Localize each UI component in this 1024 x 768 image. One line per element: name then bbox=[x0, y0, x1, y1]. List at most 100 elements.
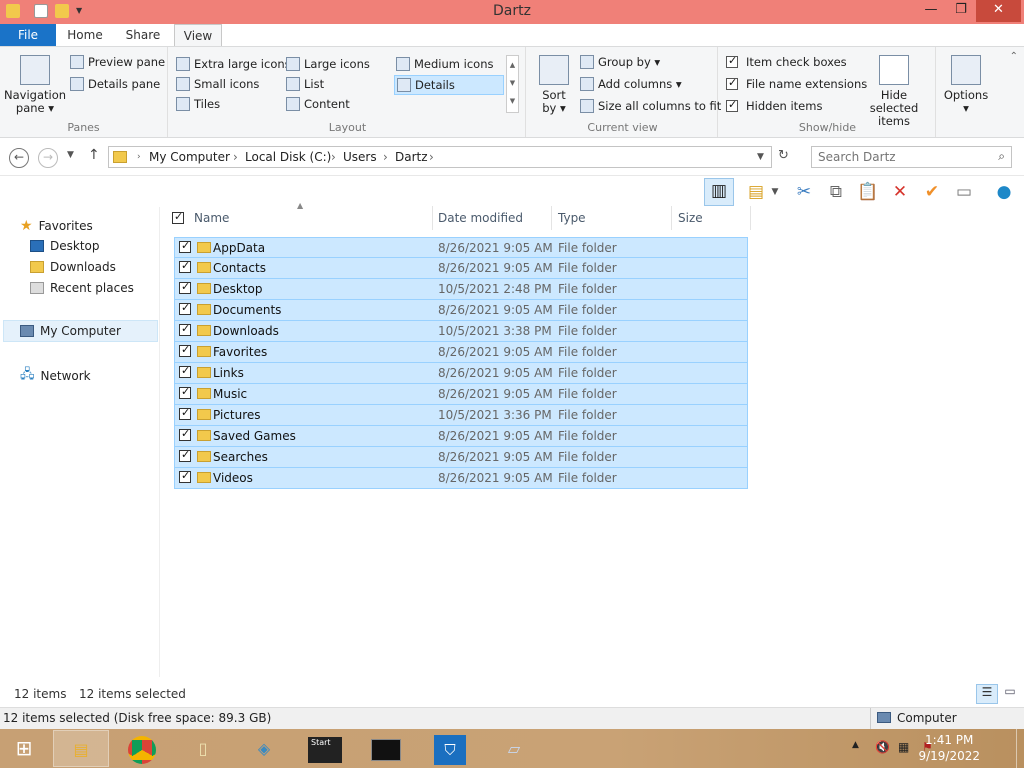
file-row[interactable]: Downloads 10/5/2021 3:38 PM File folder bbox=[174, 321, 748, 342]
breadcrumb-separator-icon[interactable]: › bbox=[233, 150, 238, 164]
row-checkbox[interactable] bbox=[179, 343, 191, 357]
breadcrumb-separator-icon[interactable]: › bbox=[137, 152, 141, 162]
details-view-icon[interactable]: ☰ bbox=[976, 684, 998, 704]
navigation-pane-button[interactable]: Navigation pane ▾ bbox=[4, 55, 66, 115]
breadcrumb-dartz[interactable]: Dartz bbox=[395, 150, 428, 164]
nav-my-computer[interactable]: My Computer bbox=[3, 320, 158, 342]
row-checkbox[interactable] bbox=[179, 280, 191, 294]
layout-medium-icons[interactable]: Medium icons bbox=[396, 57, 493, 71]
copy-icon[interactable]: ⧉ bbox=[824, 180, 848, 204]
tab-view[interactable]: View bbox=[174, 24, 222, 46]
column-divider[interactable] bbox=[671, 206, 672, 230]
file-row[interactable]: Videos 8/26/2021 9:05 AM File folder bbox=[174, 468, 748, 489]
taskbar-chrome[interactable] bbox=[114, 730, 170, 767]
row-checkbox[interactable] bbox=[179, 301, 191, 315]
nav-recent-places[interactable]: Recent places bbox=[30, 281, 134, 295]
paste-icon[interactable]: 📋 bbox=[856, 180, 880, 204]
size-all-columns-button[interactable]: Size all columns to fit bbox=[580, 99, 721, 113]
search-input[interactable] bbox=[818, 150, 988, 164]
recent-locations-dropdown[interactable]: ▼ bbox=[67, 150, 74, 160]
file-row[interactable]: Music 8/26/2021 9:05 AM File folder bbox=[174, 384, 748, 405]
breadcrumb-users[interactable]: Users bbox=[343, 150, 377, 164]
layout-details[interactable]: Details bbox=[394, 75, 504, 95]
column-divider[interactable] bbox=[551, 206, 552, 230]
address-bar[interactable]: › My Computer › Local Disk (C:) › Users … bbox=[108, 146, 772, 168]
column-divider[interactable] bbox=[750, 206, 751, 230]
item-check-boxes-toggle[interactable]: Item check boxes bbox=[726, 54, 847, 69]
column-header-size[interactable]: Size bbox=[678, 211, 703, 229]
row-checkbox[interactable] bbox=[179, 364, 191, 378]
checkbox-checked[interactable] bbox=[726, 98, 738, 112]
globe-icon[interactable]: ● bbox=[990, 180, 1018, 204]
taskbar-file-explorer[interactable]: ▤ bbox=[53, 730, 109, 767]
row-checkbox[interactable] bbox=[179, 448, 191, 462]
layout-extra-large-icons[interactable]: Extra large icons bbox=[176, 57, 291, 71]
hide-selected-items-button[interactable]: Hide selected items bbox=[856, 55, 932, 128]
start-button[interactable]: ⊞ bbox=[0, 730, 48, 767]
taskbar-defender[interactable]: ⛉ bbox=[422, 730, 478, 767]
refresh-icon[interactable]: ↻ bbox=[778, 148, 789, 163]
forward-button[interactable]: → bbox=[38, 148, 58, 168]
breadcrumb-local-disk[interactable]: Local Disk (C:) bbox=[245, 150, 331, 164]
maximize-button[interactable]: ❐ bbox=[946, 0, 976, 22]
layout-content[interactable]: Content bbox=[286, 97, 350, 111]
checkbox-checked[interactable] bbox=[726, 76, 738, 90]
system-clock[interactable]: 1:41 PM 9/19/2022 bbox=[918, 732, 980, 764]
check-icon[interactable]: ✔ bbox=[920, 180, 944, 204]
options-button[interactable]: Options ▾ bbox=[940, 55, 992, 115]
breadcrumb-separator-icon[interactable]: › bbox=[331, 150, 336, 164]
nav-downloads[interactable]: Downloads bbox=[30, 260, 116, 274]
preview-pane-toggle-icon[interactable]: ▥ bbox=[704, 178, 734, 206]
tab-share[interactable]: Share bbox=[118, 24, 168, 46]
close-button[interactable]: ✕ bbox=[976, 0, 1021, 22]
row-checkbox[interactable] bbox=[179, 322, 191, 336]
row-checkbox[interactable] bbox=[179, 239, 191, 253]
up-button[interactable]: ↑ bbox=[88, 147, 100, 163]
tab-file[interactable]: File bbox=[0, 24, 56, 46]
nav-network[interactable]: 🖧 Network bbox=[20, 365, 91, 387]
row-checkbox[interactable] bbox=[179, 406, 191, 420]
layout-tiles[interactable]: Tiles bbox=[176, 97, 220, 111]
row-checkbox[interactable] bbox=[179, 259, 191, 273]
file-row[interactable]: Desktop 10/5/2021 2:48 PM File folder bbox=[174, 279, 748, 300]
file-row[interactable]: Saved Games 8/26/2021 9:05 AM File folder bbox=[174, 426, 748, 447]
network-status-icon[interactable]: ▦ bbox=[898, 740, 909, 754]
volume-muted-icon[interactable]: 🔇 bbox=[875, 740, 890, 754]
taskbar-start-menu-app[interactable]: Start bbox=[297, 730, 353, 767]
cut-icon[interactable]: ✂ bbox=[792, 180, 816, 204]
file-row[interactable]: Pictures 10/5/2021 3:36 PM File folder bbox=[174, 405, 748, 426]
show-desktop-button[interactable] bbox=[1016, 729, 1024, 768]
tab-home[interactable]: Home bbox=[62, 24, 108, 46]
column-header-name[interactable]: Name bbox=[194, 211, 229, 229]
sort-by-button[interactable]: Sort by ▾ bbox=[534, 55, 574, 115]
file-name-extensions-toggle[interactable]: File name extensions bbox=[726, 76, 867, 91]
taskbar-registry-editor[interactable]: ◈ bbox=[236, 730, 292, 767]
taskbar-remote-desktop[interactable]: ▱ bbox=[486, 730, 542, 767]
layout-large-icons[interactable]: Large icons bbox=[286, 57, 370, 71]
group-by-button[interactable]: Group by ▾ bbox=[580, 55, 660, 69]
large-icons-view-icon[interactable]: ▭ bbox=[1000, 684, 1020, 704]
file-row[interactable]: Documents 8/26/2021 9:05 AM File folder bbox=[174, 300, 748, 321]
file-row[interactable]: Contacts 8/26/2021 9:05 AM File folder bbox=[174, 258, 748, 279]
file-row[interactable]: AppData 8/26/2021 9:05 AM File folder bbox=[174, 237, 748, 258]
column-divider[interactable] bbox=[432, 206, 433, 230]
collapse-ribbon-icon[interactable]: ⌃ bbox=[1010, 51, 1018, 62]
search-icon[interactable]: ⌕ bbox=[998, 149, 1005, 164]
taskbar-command-prompt[interactable] bbox=[358, 730, 414, 767]
show-hidden-icons[interactable]: ▲ bbox=[852, 740, 859, 750]
preview-pane-button[interactable]: Preview pane bbox=[70, 55, 165, 69]
rename-icon[interactable]: ▭ bbox=[952, 180, 976, 204]
delete-icon[interactable]: ✕ bbox=[888, 180, 912, 204]
layout-list[interactable]: List bbox=[286, 77, 324, 91]
taskbar-notepad[interactable]: ▯ bbox=[175, 730, 231, 767]
nav-desktop[interactable]: Desktop bbox=[30, 239, 100, 253]
row-checkbox[interactable] bbox=[179, 385, 191, 399]
file-row[interactable]: Searches 8/26/2021 9:05 AM File folder bbox=[174, 447, 748, 468]
file-row[interactable]: Links 8/26/2021 9:05 AM File folder bbox=[174, 363, 748, 384]
select-all-checkbox[interactable]: ✓ bbox=[172, 210, 184, 224]
folder-options-dropdown-icon[interactable]: ▼ bbox=[768, 180, 782, 204]
row-checkbox[interactable] bbox=[179, 427, 191, 441]
layout-scroll[interactable]: ▲ ▼ ▼ bbox=[506, 55, 519, 113]
row-checkbox[interactable] bbox=[179, 469, 191, 483]
checkbox-checked[interactable] bbox=[726, 54, 738, 68]
